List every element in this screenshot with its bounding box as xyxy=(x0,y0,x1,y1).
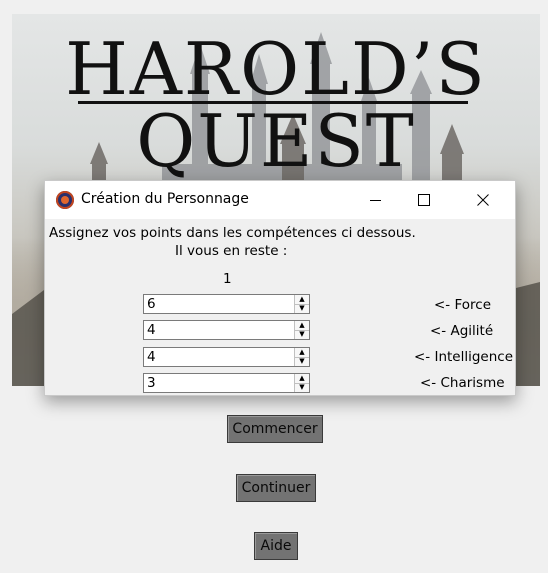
intelligence-spinbox[interactable]: 4 ▲ ▼ xyxy=(143,347,310,367)
dialog-title: Création du Personnage xyxy=(81,191,249,207)
intelligence-increment-arrow-icon[interactable]: ▲ xyxy=(295,348,309,358)
force-value[interactable]: 6 xyxy=(147,296,156,312)
close-icon xyxy=(477,194,489,206)
intelligence-decrement-arrow-icon[interactable]: ▼ xyxy=(295,357,309,366)
intelligence-value[interactable]: 4 xyxy=(147,349,156,365)
agility-spinbox[interactable]: 4 ▲ ▼ xyxy=(143,320,310,340)
charisma-decrement-arrow-icon[interactable]: ▼ xyxy=(295,383,309,392)
charisma-increment-arrow-icon[interactable]: ▲ xyxy=(295,374,309,384)
app-icon xyxy=(56,191,74,209)
agility-value[interactable]: 4 xyxy=(147,322,156,338)
remaining-label: Il vous en reste : xyxy=(175,243,288,259)
instruction-text: Assignez vos points dans les compétences… xyxy=(49,225,416,241)
game-title-line1: HAROLD’S xyxy=(65,27,487,111)
charisma-value[interactable]: 3 xyxy=(147,375,156,391)
force-spinbox[interactable]: 6 ▲ ▼ xyxy=(143,294,310,314)
intelligence-label: <- Intelligence xyxy=(414,349,514,365)
help-button[interactable]: Aide xyxy=(254,532,298,560)
maximize-button[interactable] xyxy=(401,181,447,219)
minimize-button[interactable] xyxy=(352,181,398,219)
charisma-spinbox[interactable]: 3 ▲ ▼ xyxy=(143,373,310,393)
maximize-icon xyxy=(418,194,430,206)
agility-increment-arrow-icon[interactable]: ▲ xyxy=(295,321,309,331)
game-title-line2: QUEST xyxy=(136,99,416,183)
agility-label: <- Agilité xyxy=(430,323,494,339)
agility-decrement-arrow-icon[interactable]: ▼ xyxy=(295,330,309,339)
force-increment-arrow-icon[interactable]: ▲ xyxy=(295,295,309,305)
force-decrement-arrow-icon[interactable]: ▼ xyxy=(295,304,309,313)
minimize-icon xyxy=(369,199,381,201)
dialog-titlebar[interactable]: Création du Personnage xyxy=(45,181,515,219)
character-creation-dialog: Création du Personnage Assignez vos poin… xyxy=(44,180,516,396)
force-label: <- Force xyxy=(434,297,491,313)
start-button[interactable]: Commencer xyxy=(227,415,323,443)
remaining-points: 1 xyxy=(223,271,232,287)
close-button[interactable] xyxy=(460,181,506,219)
charisma-label: <- Charisme xyxy=(420,375,505,391)
continue-button[interactable]: Continuer xyxy=(236,474,316,502)
